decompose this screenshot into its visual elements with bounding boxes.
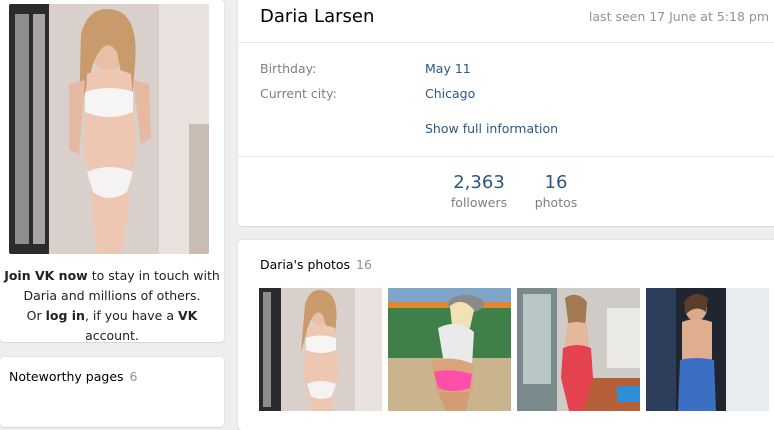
profile-name: Daria Larsen	[260, 6, 375, 27]
show-full-information-link[interactable]: Show full information	[425, 121, 558, 136]
noteworthy-pages-header[interactable]: Noteworthy pages 6	[9, 369, 137, 384]
birthday-label: Birthday:	[260, 61, 317, 76]
photos-title: Daria's photos	[260, 257, 351, 272]
photos-counter[interactable]: 16 photos	[526, 172, 586, 212]
photos-count: 16	[356, 257, 372, 272]
photo-thumbnail[interactable]	[517, 288, 640, 411]
join-line1-text: to stay in touch with	[87, 268, 220, 283]
noteworthy-pages-count: 6	[129, 369, 138, 384]
join-prompt: Join VK now to stay in touch with Daria …	[0, 266, 224, 346]
profile-info-card: Daria Larsen last seen 17 June at 5:18 p…	[238, 0, 774, 226]
photos-header[interactable]: Daria's photos 16	[260, 257, 372, 272]
divider	[238, 156, 774, 157]
followers-label: followers	[450, 195, 508, 210]
profile-avatar[interactable]	[9, 4, 209, 254]
last-seen-status: last seen 17 June at 5:18 pm	[588, 9, 769, 24]
followers-count: 2,363	[453, 172, 505, 193]
join-vk-link[interactable]: Join VK now	[4, 268, 88, 283]
followers-counter[interactable]: 2,363 followers	[444, 172, 514, 212]
photos-count-number: 16	[544, 172, 568, 193]
city-label: Current city:	[260, 86, 337, 101]
vk-brand-text: VK	[177, 308, 198, 323]
city-value[interactable]: Chicago	[425, 86, 475, 101]
profile-avatar-card: Join VK now to stay in touch with Daria …	[0, 0, 224, 343]
join-line3-text: , if you have a	[84, 308, 178, 323]
login-link[interactable]: log in	[46, 308, 85, 323]
noteworthy-pages-title: Noteworthy pages	[9, 369, 124, 384]
photo-thumbnail[interactable]	[388, 288, 511, 411]
join-line3-end: account.	[85, 328, 139, 343]
photos-counter-label: photos	[534, 195, 578, 210]
join-or-text: Or	[26, 308, 46, 323]
birthday-value[interactable]: May 11	[425, 61, 471, 76]
photo-thumbnail[interactable]	[259, 288, 382, 411]
join-line2-text: Daria and millions of others.	[23, 288, 201, 303]
photos-card: Daria's photos 16	[238, 240, 774, 430]
divider	[238, 42, 774, 43]
photo-thumbnail[interactable]	[646, 288, 769, 411]
